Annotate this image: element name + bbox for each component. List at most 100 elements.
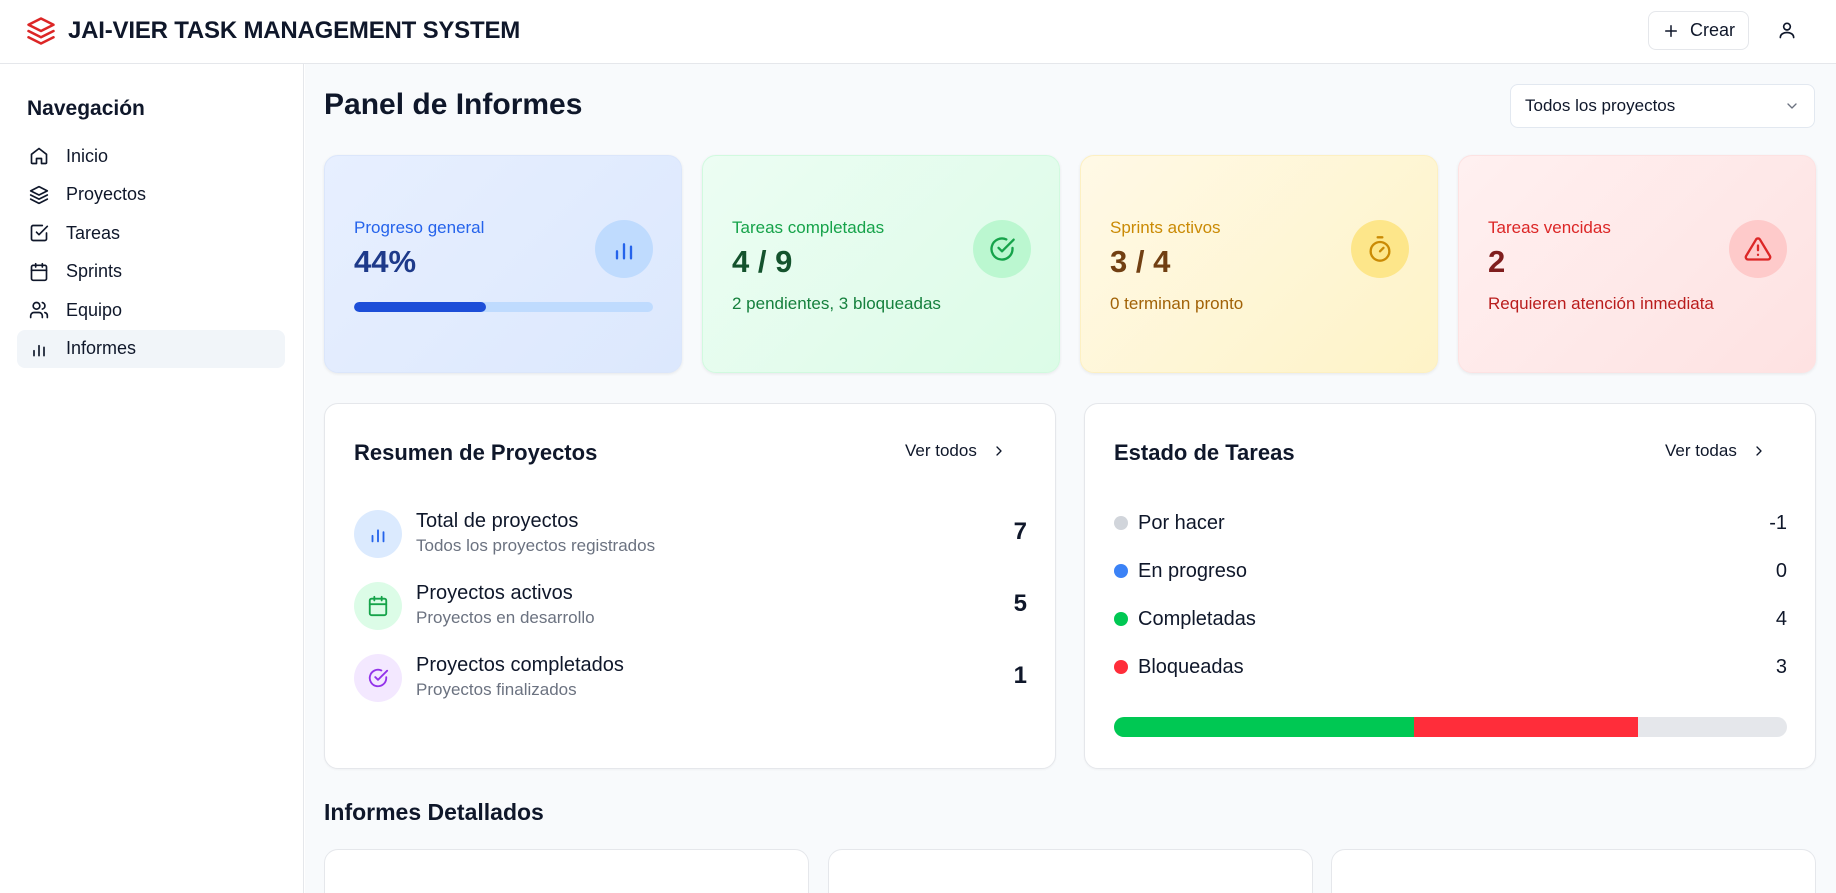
task-status-panel: Estado de Tareas Ver todas Por hacer -1 … [1084,403,1816,769]
report-card[interactable] [828,849,1313,893]
status-bar-segment-bloqueadas [1414,717,1639,737]
row-icon-badge [354,510,402,558]
progress-bar [354,302,653,312]
status-label: Completadas [1138,607,1256,630]
check-square-icon [30,224,49,242]
view-all-tasks-link[interactable]: Ver todas [1665,441,1767,461]
user-icon [1779,22,1795,39]
sidebar-item-informes[interactable]: Informes [17,329,285,368]
row-title: Total de proyectos [416,510,579,532]
stat-subtext: Requieren atención inmediata [1488,294,1714,313]
sidebar-item-sprints[interactable]: Sprints [17,253,285,291]
sidebar-item-inicio[interactable]: Inicio [17,137,285,175]
project-filter-value: Todos los proyectos [1525,96,1676,115]
alert-triangle-icon [1744,237,1772,261]
status-dot [1114,612,1128,626]
stat-label: Tareas completadas [732,218,885,237]
bar-chart-icon [371,529,385,543]
status-count: 0 [1775,559,1787,582]
sidebar-item-label: Sprints [66,261,123,281]
panel-title: Resumen de Proyectos [354,440,598,465]
stat-badge [1351,220,1409,278]
status-dot [1114,516,1128,530]
detailed-reports-title: Informes Detallados [324,799,544,825]
status-bar-segment-completadas [1114,717,1415,737]
page-title: Panel de Informes [324,88,583,121]
stat-card-sprints: Sprints activos 3 / 4 0 terminan pronto [1080,155,1438,373]
sidebar-item-label: Tareas [66,222,121,243]
stat-label: Tareas vencidas [1488,218,1611,237]
check-circle-icon [990,237,1015,261]
users-icon [29,301,49,319]
task-status-row: Completadas 4 [1114,605,1787,633]
status-dot [1114,564,1128,578]
stat-value: 44% [354,244,417,279]
status-label: En progreso [1138,559,1247,582]
home-icon [30,147,48,165]
sidebar-item-proyectos[interactable]: Proyectos [17,176,285,214]
link-label: Ver todas [1665,441,1737,460]
stat-subtext: 2 pendientes, 3 bloqueadas [732,294,941,313]
row-value: 7 [1013,518,1027,545]
status-dot [1114,660,1128,674]
main-content: Panel de Informes Todos los proyectos Pr… [305,64,1836,893]
stat-label: Sprints activos [1110,218,1221,237]
project-filter-select[interactable]: Todos los proyectos [1510,84,1815,128]
sidebar-item-label: Proyectos [66,184,147,204]
sidebar-item-tareas[interactable]: Tareas [17,214,285,252]
layers-logo-icon [27,17,55,45]
status-count: 4 [1775,607,1787,630]
report-card[interactable] [1331,849,1816,893]
bar-chart-icon [33,344,45,356]
status-label: Bloqueadas [1138,655,1244,678]
brand[interactable]: JAI-VIER TASK MANAGEMENT SYSTEM [26,16,520,46]
list-item: Total de proyectos Todos los proyectos r… [354,508,1027,560]
app-title: JAI-VIER TASK MANAGEMENT SYSTEM [68,17,521,44]
check-circle-icon [368,668,389,688]
chevron-down-icon [1787,103,1797,109]
task-status-row: Por hacer -1 [1114,509,1787,537]
list-item: Proyectos completados Proyectos finaliza… [354,652,1027,704]
user-menu-button[interactable] [1772,15,1802,45]
stat-label: Progreso general [354,218,485,237]
plus-icon [1664,24,1677,37]
sidebar-title: Navegación [27,97,145,120]
stat-value: 4 / 9 [732,244,793,279]
task-status-row: Bloqueadas 3 [1114,653,1787,681]
row-icon-badge [354,582,402,630]
row-subtitle: Proyectos en desarrollo [416,608,595,627]
row-value: 1 [1013,662,1027,689]
calendar-icon [368,595,388,617]
view-all-projects-link[interactable]: Ver todos [905,441,1007,461]
stat-card-completed: Tareas completadas 4 / 9 2 pendientes, 3… [702,155,1060,373]
list-item: Proyectos activos Proyectos en desarroll… [354,580,1027,632]
chevron-right-icon [996,446,1002,456]
link-label: Ver todos [905,441,977,460]
calendar-icon [30,262,48,281]
stat-badge [973,220,1031,278]
row-title: Proyectos activos [416,582,573,604]
report-card[interactable] [324,849,809,893]
stat-badge [1729,220,1787,278]
sidebar-item-label: Equipo [66,299,123,320]
create-button-label: Crear [1689,20,1735,40]
stat-badge [595,220,653,278]
sidebar-item-label: Informes [66,338,137,358]
sidebar-item-equipo[interactable]: Equipo [17,291,285,329]
bar-chart-icon [615,243,633,260]
timer-icon [1369,236,1391,262]
stat-value: 2 [1488,244,1506,279]
sidebar: Navegación Inicio Proyectos Tareas Sprin… [0,64,304,893]
progress-bar-fill [354,302,486,312]
task-status-row: En progreso 0 [1114,557,1787,585]
top-header: JAI-VIER TASK MANAGEMENT SYSTEM Crear [0,0,1836,64]
status-count: 3 [1775,655,1787,678]
panel-title: Estado de Tareas [1114,440,1295,465]
stat-card-overdue: Tareas vencidas 2 Requieren atención inm… [1458,155,1816,373]
row-subtitle: Todos los proyectos registrados [416,536,656,555]
stat-value: 3 / 4 [1110,244,1171,279]
layers-icon [29,185,49,204]
row-value: 5 [1013,590,1027,617]
create-button[interactable]: Crear [1648,11,1749,50]
row-subtitle: Proyectos finalizados [416,680,577,699]
